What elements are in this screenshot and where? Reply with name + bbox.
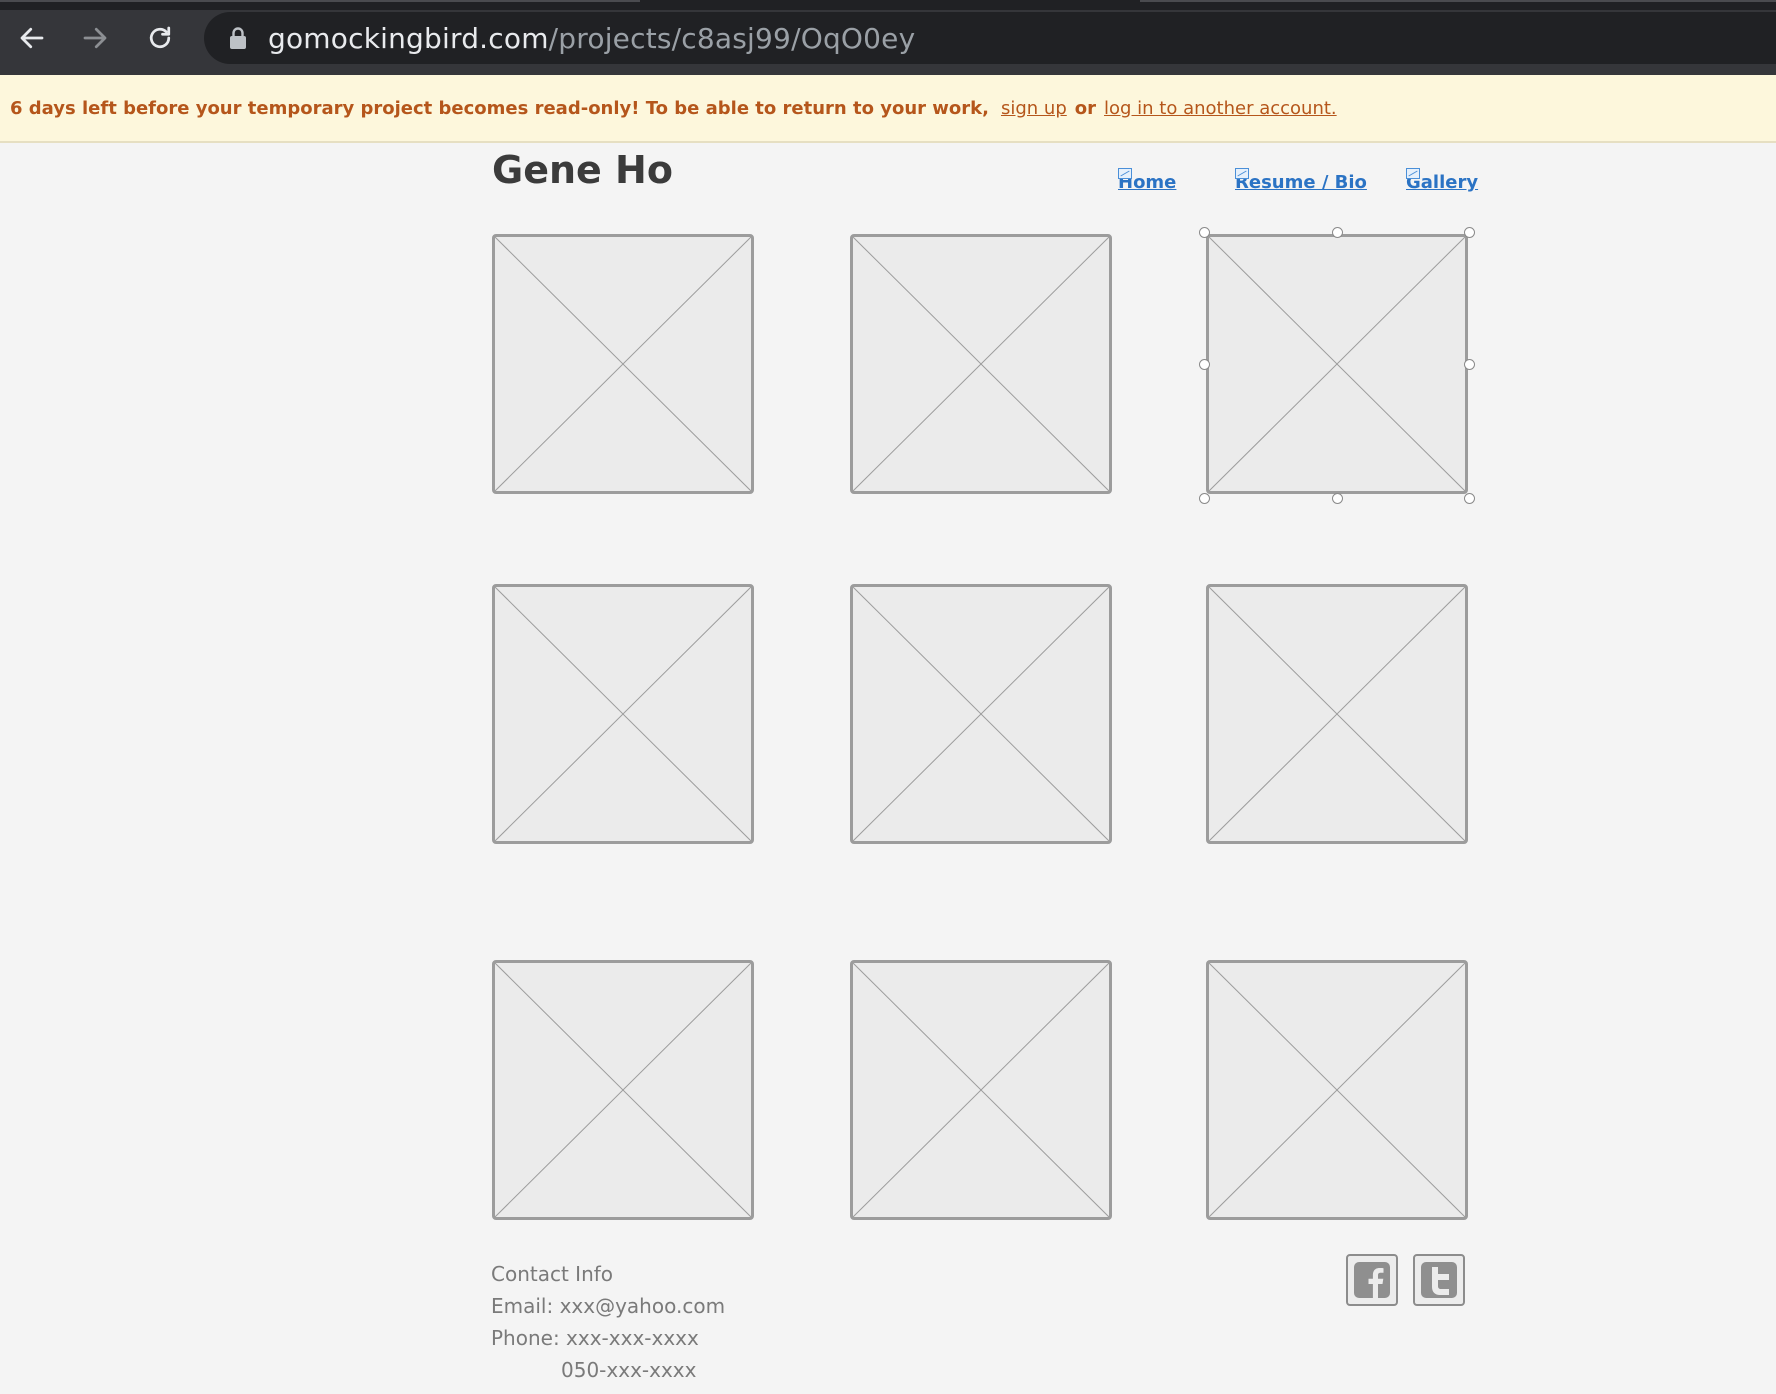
url-host: gomockingbird.com [268, 21, 549, 55]
nav-link-resume-bio[interactable]: Resume / Bio [1235, 168, 1367, 193]
tab-edge [1140, 0, 1776, 2]
link-marker-icon [1118, 168, 1132, 179]
resize-handle-n[interactable] [1332, 227, 1343, 238]
nav-link-home[interactable]: Home [1118, 168, 1176, 193]
back-button[interactable] [12, 18, 52, 58]
log-in-link[interactable]: log in to another account. [1104, 98, 1337, 119]
or-text: or [1074, 97, 1097, 119]
image-placeholder-selected[interactable] [1206, 234, 1468, 494]
contact-email: Email: xxx@yahoo.com [491, 1294, 726, 1318]
forward-button[interactable] [75, 18, 115, 58]
sign-up-link[interactable]: sign up [1001, 98, 1067, 119]
read-only-warning-bar: 6 days left before your temporary projec… [0, 75, 1776, 143]
image-placeholder[interactable] [1206, 584, 1468, 844]
reload-icon [149, 26, 171, 49]
lock-icon [230, 27, 246, 49]
image-placeholder[interactable] [492, 584, 754, 844]
resize-handle-s[interactable] [1332, 493, 1343, 504]
image-placeholder-icon [1209, 237, 1465, 491]
image-placeholder-icon [853, 963, 1109, 1217]
image-placeholder-icon [495, 237, 751, 491]
image-placeholder[interactable] [850, 584, 1112, 844]
resize-handle-nw[interactable] [1199, 227, 1210, 238]
resize-handle-se[interactable] [1464, 493, 1475, 504]
tab-edge [0, 0, 640, 2]
browser-toolbar: gomockingbird.com/projects/c8asj99/OqO0e… [0, 0, 1776, 75]
contact-heading: Contact Info [491, 1262, 614, 1286]
resize-handle-ne[interactable] [1464, 227, 1475, 238]
twitter-button[interactable] [1413, 1254, 1465, 1306]
nav-link-gallery[interactable]: Gallery [1406, 168, 1478, 193]
arrow-left-icon [20, 27, 44, 49]
image-placeholder[interactable] [492, 234, 754, 494]
image-placeholder-icon [495, 963, 751, 1217]
image-placeholder-icon [853, 237, 1109, 491]
image-placeholder[interactable] [1206, 960, 1468, 1220]
image-placeholder[interactable] [850, 234, 1112, 494]
warning-message: 6 days left before your temporary projec… [10, 97, 989, 119]
contact-phone: Phone: xxx-xxx-xxxx [491, 1326, 699, 1350]
reload-button[interactable] [140, 18, 180, 58]
arrow-right-icon [83, 27, 107, 49]
nav-link-label: Resume / Bio [1235, 172, 1367, 193]
image-placeholder[interactable] [850, 960, 1112, 1220]
image-placeholder[interactable] [492, 960, 754, 1220]
image-placeholder-icon [853, 587, 1109, 841]
contact-info[interactable]: Contact Info Email: xxx@yahoo.com Phone:… [491, 1258, 725, 1386]
resize-handle-w[interactable] [1199, 359, 1210, 370]
resize-handle-e[interactable] [1464, 359, 1475, 370]
tab-strip [0, 0, 1776, 10]
facebook-button[interactable] [1346, 1254, 1398, 1306]
url-path: /projects/c8asj99/OqO0ey [548, 21, 916, 55]
image-placeholder-icon [495, 587, 751, 841]
contact-phone-secondary: 050-xxx-xxxx [561, 1358, 697, 1382]
site-title[interactable]: Gene Ho [492, 148, 673, 192]
resize-handle-sw[interactable] [1199, 493, 1210, 504]
image-placeholder-icon [1209, 587, 1465, 841]
link-marker-icon [1406, 168, 1420, 179]
twitter-icon [1421, 1262, 1457, 1298]
image-placeholder-icon [1209, 963, 1465, 1217]
facebook-icon [1354, 1262, 1390, 1298]
address-bar[interactable]: gomockingbird.com/projects/c8asj99/OqO0e… [204, 12, 1776, 64]
url-text: gomockingbird.com/projects/c8asj99/OqO0e… [268, 22, 915, 55]
link-marker-icon [1235, 168, 1249, 179]
